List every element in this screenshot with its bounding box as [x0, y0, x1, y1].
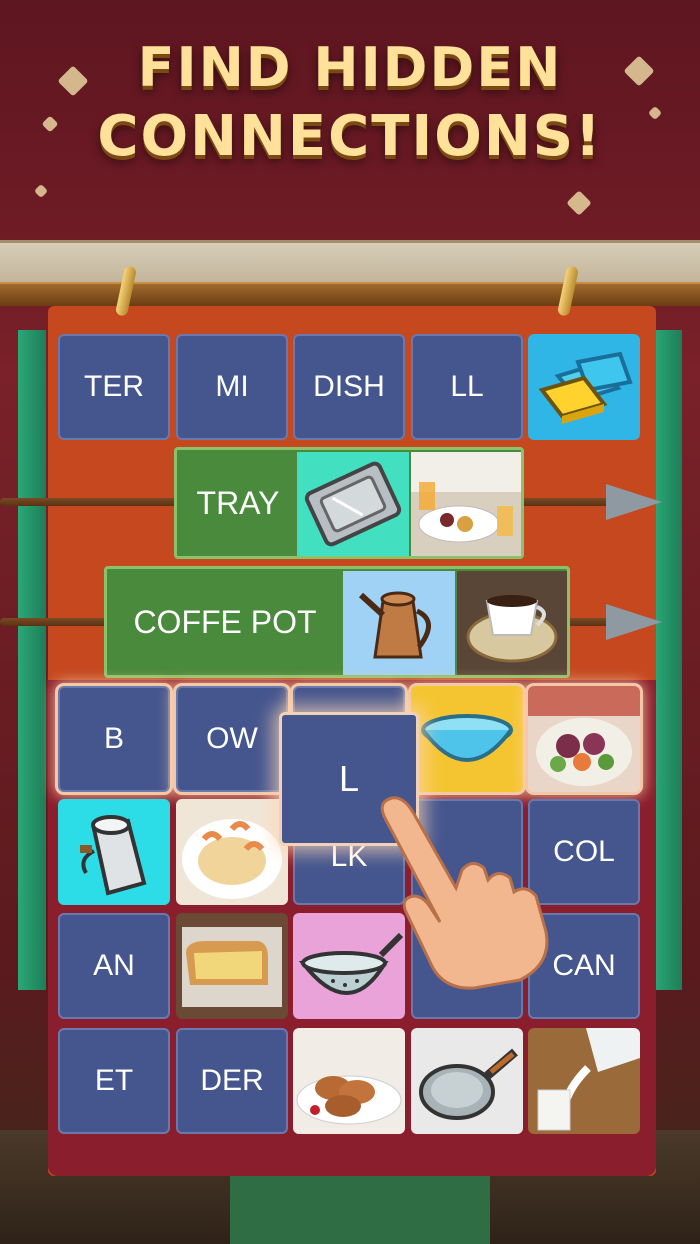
pillar-left — [18, 330, 46, 990]
coffee-pot-image — [343, 571, 455, 675]
solved-word: TRAY — [196, 484, 280, 521]
pasta-icon — [182, 819, 282, 899]
frying-pan-icon — [419, 1048, 518, 1120]
tray-image — [297, 452, 409, 556]
hint-tiles-icon — [538, 351, 633, 424]
pasta-photo[interactable] — [176, 799, 288, 905]
word-tile[interactable]: ET — [58, 1028, 170, 1134]
arrow-head-icon — [606, 604, 662, 640]
word-tile[interactable]: B — [58, 686, 170, 792]
word-tile[interactable]: MI — [176, 334, 288, 440]
bowl-icon — [421, 714, 513, 762]
bread-icon — [182, 927, 282, 1007]
sparkle — [566, 190, 592, 216]
frying-pan-image[interactable] — [411, 1028, 523, 1134]
word-tile[interactable]: DER — [176, 1028, 288, 1134]
pancakes-icon — [296, 1075, 402, 1125]
word-tile[interactable]: DISH — [293, 334, 405, 440]
headline-line2: CONNECTIONS! — [97, 104, 603, 169]
breakfast-icon — [411, 452, 521, 556]
hanging-rod — [0, 282, 700, 306]
breakfast-photo — [411, 452, 521, 556]
salad-icon — [528, 686, 640, 786]
hint-tiles-image[interactable] — [528, 334, 640, 440]
coffee-pot-icon — [358, 591, 431, 659]
coffee-cup-icon — [466, 595, 558, 663]
bread-butter-photo[interactable] — [176, 913, 288, 1019]
milk-can-image[interactable] — [58, 799, 170, 905]
pointing-hand-icon — [370, 792, 560, 992]
word-tile[interactable]: OW — [176, 686, 288, 792]
word-tile[interactable]: AN — [58, 913, 170, 1019]
pancakes-photo[interactable] — [293, 1028, 405, 1134]
sparkle — [33, 183, 49, 199]
milk-pour-photo[interactable] — [528, 1028, 640, 1134]
tray-icon — [304, 461, 402, 547]
solved-group-tray: TRAY — [174, 447, 524, 559]
arrow-head-icon — [606, 484, 662, 520]
milk-can-icon — [80, 815, 147, 896]
headline-line1: FIND HIDDEN — [137, 36, 563, 99]
salad-photo[interactable] — [528, 686, 640, 792]
coffee-cup-photo — [457, 571, 567, 675]
pillar-right — [654, 330, 682, 990]
floor-carpet — [230, 1170, 490, 1244]
solved-group-coffee-pot: COFFE POT — [104, 566, 570, 678]
bowl-image[interactable] — [411, 686, 523, 792]
word-tile[interactable]: TER — [58, 334, 170, 440]
solved-word: COFFE POT — [133, 603, 317, 640]
word-tile[interactable]: LL — [411, 334, 523, 440]
milk-pour-icon — [537, 1028, 640, 1131]
